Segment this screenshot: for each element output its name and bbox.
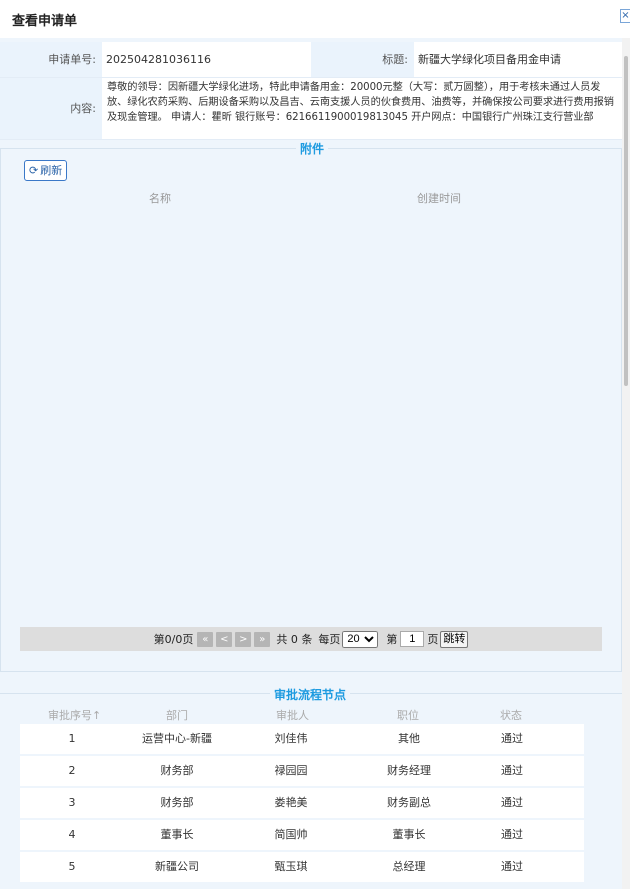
pagination-bar: 第0/0页 « < > » 共 0 条 每页 20 第 页 跳转 [20, 627, 602, 651]
approval-flow-panel: 审批流程节点 审批序号↑ 部门 审批人 职位 状态 1 运营中心-新疆 刘佳伟 … [0, 686, 622, 889]
cell-approver: 甄玉琪 [274, 860, 308, 873]
cell-status: 通过 [501, 764, 523, 777]
cell-seq: 1 [68, 732, 76, 745]
cell-status: 通过 [501, 828, 523, 841]
attachments-panel: 附件 ⟳ 刷新 名称 创建时间 第0/0页 « < > » 共 0 条 每页 2… [0, 140, 622, 672]
table-row[interactable]: 2 财务部 禄园园 财务经理 通过 [20, 756, 584, 786]
refresh-icon: ⟳ [29, 164, 39, 177]
info-row-content: 内容: 尊敬的领导：因新疆大学绿化进场，特此申请备用金：20000元整（大写：贰… [0, 78, 622, 140]
table-row[interactable]: 3 财务部 娄艳美 财务副总 通过 [20, 788, 584, 818]
column-header-created-time[interactable]: 创建时间 [417, 190, 461, 206]
cell-status: 通过 [501, 732, 523, 745]
vertical-scrollbar[interactable] [622, 38, 630, 889]
dialog-body[interactable]: 申请单号: 202504281036116 标题: 新疆大学绿化项目备用金申请 … [0, 38, 630, 889]
cell-approver: 禄园园 [274, 764, 308, 777]
cell-seq: 4 [68, 828, 76, 841]
cell-position: 财务副总 [387, 796, 431, 809]
total-count: 共 0 条 [276, 633, 313, 646]
refresh-label: 刷新 [40, 164, 63, 177]
approval-table-header: 审批序号↑ 部门 审批人 职位 状态 [0, 707, 622, 723]
per-page-select[interactable]: 20 [342, 630, 379, 648]
cell-dept: 财务部 [160, 764, 194, 777]
title-label: 标题: [311, 42, 414, 77]
cell-approver: 刘佳伟 [274, 732, 308, 745]
page-suffix: 页 [427, 633, 439, 646]
cell-position: 总经理 [392, 860, 426, 873]
column-header-status[interactable]: 状态 [500, 707, 522, 723]
dialog-title: 查看申请单 [12, 14, 78, 29]
table-row[interactable]: 1 运营中心-新疆 刘佳伟 其他 通过 [20, 724, 584, 754]
table-row[interactable]: 5 新疆公司 甄玉琪 总经理 通过 [20, 852, 584, 882]
first-page-icon[interactable]: « [197, 631, 214, 647]
cell-position: 董事长 [392, 828, 426, 841]
cell-approver: 简国帅 [274, 828, 308, 841]
table-row[interactable]: 4 董事长 简国帅 董事长 通过 [20, 820, 584, 850]
cell-status: 通过 [501, 860, 523, 873]
cell-position: 财务经理 [387, 764, 431, 777]
number-label: 申请单号: [0, 42, 102, 77]
cell-status: 通过 [501, 796, 523, 809]
cell-approver: 娄艳美 [274, 796, 308, 809]
cell-seq: 3 [68, 796, 76, 809]
page-number-input[interactable] [400, 631, 425, 647]
column-header-seq[interactable]: 审批序号↑ [48, 707, 101, 723]
cell-position: 其他 [398, 732, 420, 745]
content-label: 内容: [0, 78, 102, 139]
cell-dept: 新疆公司 [155, 860, 199, 873]
title-value: 新疆大学绿化项目备用金申请 [414, 42, 622, 77]
column-header-name[interactable]: 名称 [149, 190, 171, 206]
cell-dept: 运营中心-新疆 [142, 732, 212, 745]
page-prefix: 第 [386, 633, 398, 646]
jump-button[interactable]: 跳转 [440, 630, 469, 648]
number-value: 202504281036116 [102, 42, 311, 77]
info-row-header: 申请单号: 202504281036116 标题: 新疆大学绿化项目备用金申请 [0, 42, 622, 78]
next-page-icon[interactable]: > [235, 631, 252, 647]
cell-dept: 财务部 [160, 796, 194, 809]
column-header-approver[interactable]: 审批人 [276, 707, 309, 723]
column-header-position[interactable]: 职位 [397, 707, 419, 723]
cell-seq: 2 [68, 764, 76, 777]
attachments-title: 附件 [296, 140, 329, 157]
cell-seq: 5 [68, 860, 76, 873]
content-value: 尊敬的领导：因新疆大学绿化进场，特此申请备用金：20000元整（大写：贰万圆整）… [102, 78, 622, 139]
application-info: 申请单号: 202504281036116 标题: 新疆大学绿化项目备用金申请 … [0, 42, 622, 140]
close-icon[interactable]: × [620, 9, 630, 23]
approval-flow-title: 审批流程节点 [270, 686, 351, 703]
cell-dept: 董事长 [160, 828, 194, 841]
column-header-dept[interactable]: 部门 [166, 707, 188, 723]
scrollbar-thumb[interactable] [624, 56, 628, 386]
dialog-titlebar: 查看申请单 × [0, 0, 630, 38]
last-page-icon[interactable]: » [254, 631, 271, 647]
refresh-button[interactable]: ⟳ 刷新 [24, 160, 68, 181]
prev-page-icon[interactable]: < [216, 631, 233, 647]
page-info: 第0/0页 [153, 633, 194, 646]
per-page-label: 每页 [318, 633, 341, 646]
